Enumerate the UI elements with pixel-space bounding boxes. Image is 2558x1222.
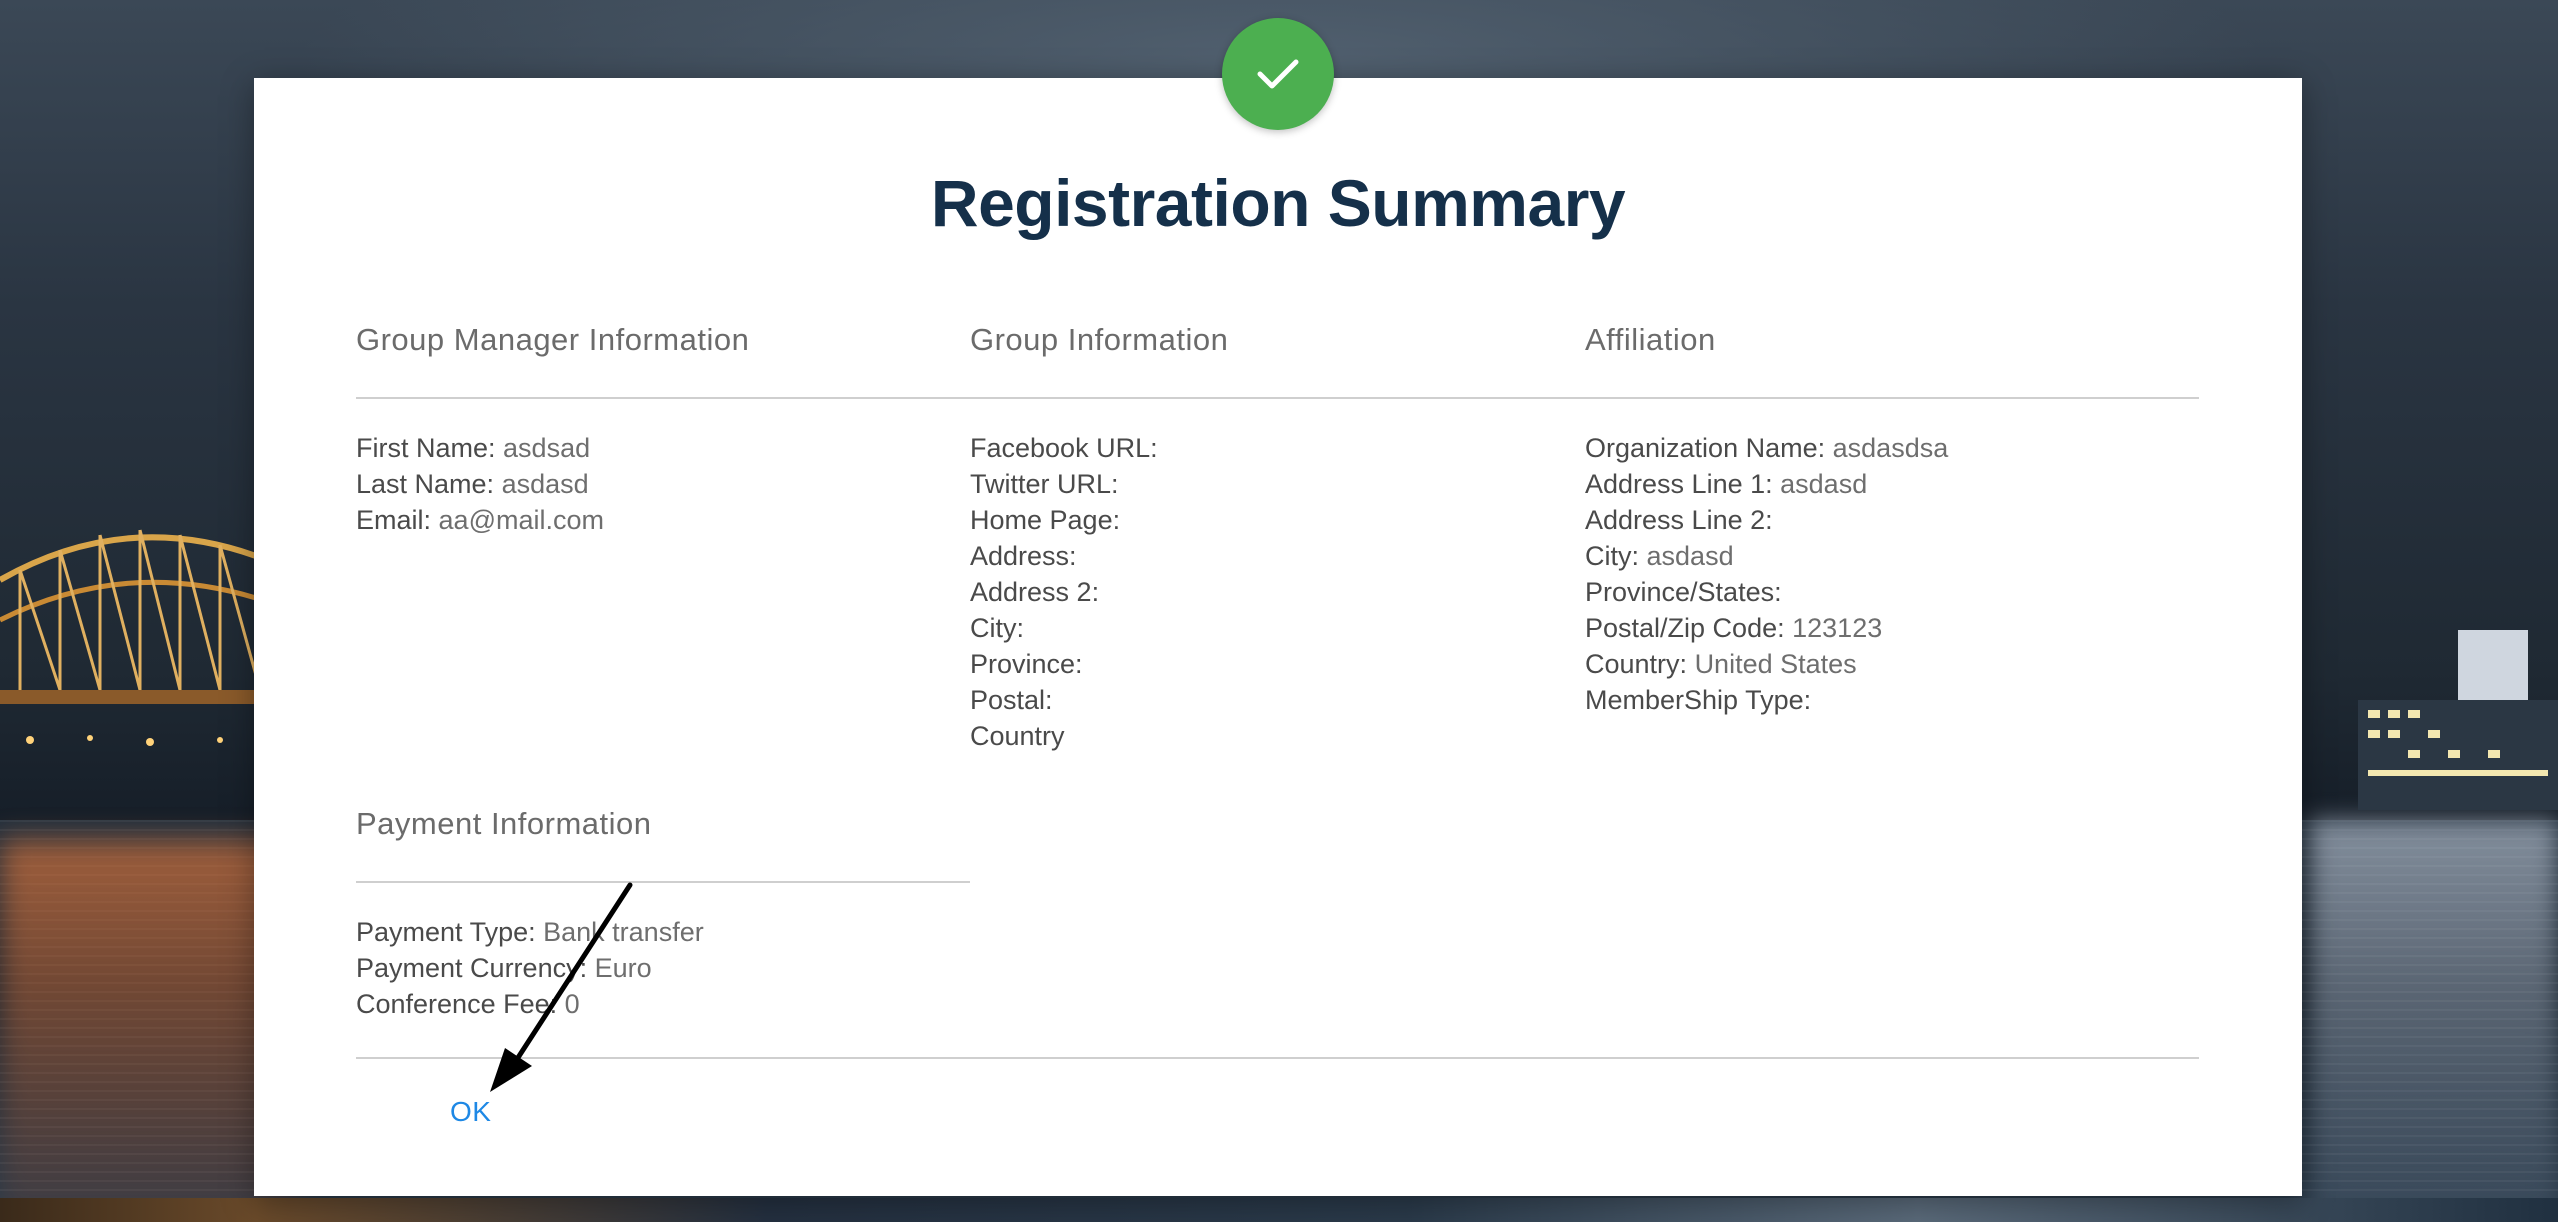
field-payment-currency: Payment Currency: Euro [356,950,704,986]
field-country: Country: United States [1585,646,1948,682]
payment-information-heading: Payment Information [356,806,652,841]
field-label: City: [970,613,1024,643]
field-value: Euro [594,953,652,983]
field-label: Province/States: [1585,577,1782,607]
field-label: Address Line 1: [1585,469,1773,499]
dialog-title: Registration Summary [930,166,1626,240]
field-value: asdasd [1780,469,1868,499]
city-skyline-right [2358,630,2558,810]
field-label: Email: [356,505,432,535]
field-label: Payment Type: [356,917,536,947]
field-value: asdasd [501,469,589,499]
field-postal-zip: Postal/Zip Code: 123123 [1585,610,1948,646]
field-province-states: Province/States: [1585,574,1948,610]
field-label: Country [970,721,1065,751]
group-manager-heading: Group Manager Information [356,322,750,357]
field-address-line-1: Address Line 1: asdasd [1585,466,1948,502]
field-value: United States [1694,649,1857,679]
field-label: Address Line 2: [1585,505,1773,535]
field-label: Postal: [970,685,1053,715]
field-value: asdasdsa [1832,433,1949,463]
group-manager-fields: First Name: asdsad Last Name: asdasd Ema… [356,430,604,538]
field-label: Country: [1585,649,1688,679]
field-label: Organization Name: [1585,433,1826,463]
field-membership-type: MemberShip Type: [1585,682,1948,718]
field-label: Home Page: [970,505,1121,535]
field-postal: Postal: [970,682,1158,718]
field-label: Postal/Zip Code: [1585,613,1785,643]
field-label: Address 2: [970,577,1100,607]
affiliation-heading: Affiliation [1585,322,1716,357]
field-organization-name: Organization Name: asdasdsa [1585,430,1948,466]
field-facebook-url: Facebook URL: [970,430,1158,466]
check-icon [1257,59,1299,89]
field-label: Twitter URL: [970,469,1119,499]
field-value: asdasd [1646,541,1734,571]
field-email: Email: aa@mail.com [356,502,604,538]
field-city: City: asdasd [1585,538,1948,574]
field-conference-fee: Conference Fee: 0 [356,986,704,1022]
section-divider [356,397,2199,399]
payment-fields: Payment Type: Bank transfer Payment Curr… [356,914,704,1022]
field-value: 123123 [1792,613,1883,643]
affiliation-fields: Organization Name: asdasdsa Address Line… [1585,430,1948,718]
field-label: City: [1585,541,1639,571]
field-home-page: Home Page: [970,502,1158,538]
field-label: Conference Fee: [356,989,558,1019]
field-city: City: [970,610,1158,646]
payment-divider [356,881,970,883]
group-information-heading: Group Information [970,322,1229,357]
field-address: Address: [970,538,1158,574]
registration-summary-dialog [254,78,2302,1196]
field-address-line-2: Address Line 2: [1585,502,1948,538]
field-label: Address: [970,541,1077,571]
field-label: Facebook URL: [970,433,1158,463]
field-first-name: First Name: asdsad [356,430,604,466]
field-label: First Name: [356,433,496,463]
field-last-name: Last Name: asdasd [356,466,604,502]
field-value: 0 [564,989,580,1019]
field-province: Province: [970,646,1158,682]
field-label: Last Name: [356,469,495,499]
field-twitter-url: Twitter URL: [970,466,1158,502]
field-address-2: Address 2: [970,574,1158,610]
field-label: Payment Currency: [356,953,588,983]
field-label: Province: [970,649,1083,679]
field-value: Bank transfer [543,917,704,947]
field-value: aa@mail.com [438,505,604,535]
field-payment-type: Payment Type: Bank transfer [356,914,704,950]
success-badge [1222,18,1334,130]
field-country: Country [970,718,1158,754]
field-value: asdsad [503,433,591,463]
bridge-illustration [0,529,290,746]
ok-button[interactable]: OK [430,1090,511,1134]
footer-divider [356,1057,2199,1059]
bottom-city-lights [0,1198,2558,1222]
field-label: MemberShip Type: [1585,685,1812,715]
group-information-fields: Facebook URL: Twitter URL: Home Page: Ad… [970,430,1158,754]
city-lights-reflection-right [2308,820,2558,1220]
